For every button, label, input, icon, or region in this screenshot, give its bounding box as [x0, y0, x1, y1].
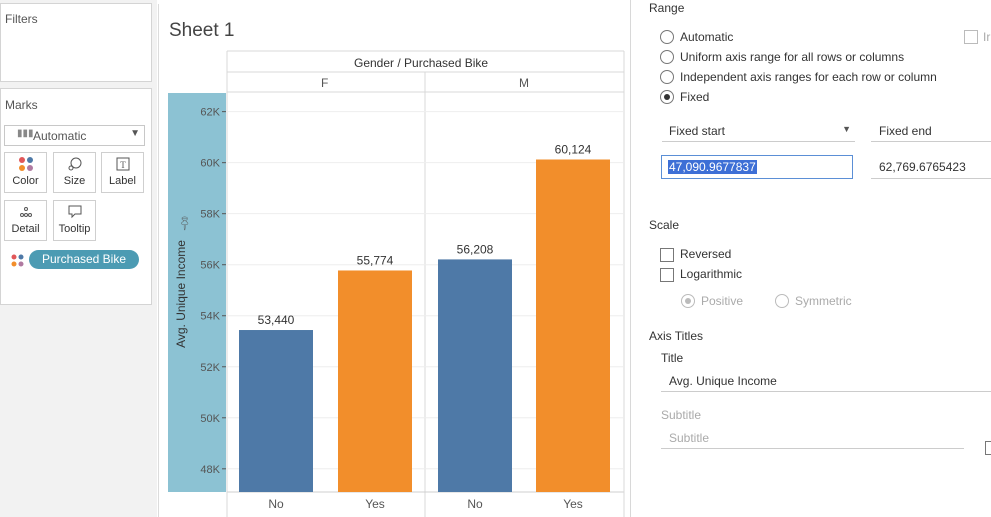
left-pane: Filters Marks ▮▮▮ Automatic ▼ Color Size…: [0, 0, 157, 517]
detail-icon: [5, 204, 46, 224]
filters-title: Filters: [5, 12, 38, 26]
bar[interactable]: [536, 159, 610, 492]
range-title: Range: [649, 1, 685, 15]
symmetric-label: Symmetric: [795, 294, 852, 308]
logarithmic-checkbox[interactable]: [660, 268, 674, 282]
bar[interactable]: [239, 330, 313, 492]
svg-text:📌︎: 📌︎: [175, 213, 194, 232]
fixed-end-value: 62,769.6765423: [879, 160, 966, 174]
subtitle-placeholder: Subtitle: [669, 431, 710, 445]
worksheet: Sheet 1 Gender / Purchased Bike F M 53,4…: [158, 4, 630, 517]
size-label: Size: [63, 175, 86, 187]
y-tick-label: 62K: [200, 107, 220, 119]
format-pane: Range Automatic Uniform axis range for a…: [630, 0, 991, 517]
axis-subtitle-input[interactable]: Subtitle: [661, 426, 964, 449]
bar-value-label: 55,774: [357, 253, 394, 267]
title-field-label: Title: [661, 351, 684, 365]
include-zero-label: Ir: [983, 30, 991, 44]
positive-radio[interactable]: [681, 294, 695, 308]
x-axis-label: No: [268, 497, 284, 511]
bar-value-label: 60,124: [555, 142, 592, 156]
purchased-bike-pill[interactable]: Purchased Bike: [29, 250, 139, 269]
symmetric-radio[interactable]: [775, 294, 789, 308]
range-independent-radio[interactable]: [660, 70, 674, 84]
positive-label: Positive: [701, 294, 744, 308]
label-icon: T: [102, 156, 143, 176]
tooltip-button[interactable]: Tooltip: [53, 200, 96, 241]
subtitle-auto-checkbox[interactable]: [985, 441, 991, 455]
fixed-start-dropdown[interactable]: Fixed start ▼: [662, 119, 855, 142]
label-button[interactable]: T Label: [101, 152, 144, 193]
mark-type-label: Automatic: [33, 129, 87, 143]
svg-text:T: T: [120, 160, 126, 170]
y-tick-label: 50K: [200, 413, 220, 425]
include-zero-checkbox[interactable]: [964, 30, 978, 44]
y-tick-label: 54K: [200, 311, 220, 323]
x-axis-label: No: [467, 497, 483, 511]
x-axis-label: Yes: [365, 497, 385, 511]
axis-title-input[interactable]: Avg. Unique Income: [661, 369, 991, 392]
bar-chart: 53,440 No 55,774 Yes 56,208 No 60,124 Yes 48K 50…: [174, 50, 625, 517]
axis-title-value: Avg. Unique Income: [669, 374, 777, 388]
size-button[interactable]: Size: [53, 152, 96, 193]
logarithmic-label: Logarithmic: [680, 267, 743, 281]
bar-chart-icon: ▮▮▮: [17, 128, 34, 139]
mark-type-dropdown[interactable]: ▮▮▮ Automatic ▼: [4, 125, 145, 146]
range-automatic-radio[interactable]: [660, 30, 674, 44]
chevron-down-icon: ▼: [842, 124, 851, 134]
color-legend-icon: [11, 254, 25, 271]
fixed-start-label: Fixed start: [669, 124, 726, 138]
tooltip-label: Tooltip: [58, 223, 91, 235]
size-icon: [54, 156, 95, 176]
marks-title: Marks: [5, 98, 38, 112]
range-uniform-radio[interactable]: [660, 50, 674, 64]
detail-button[interactable]: Detail: [4, 200, 47, 241]
reversed-label: Reversed: [680, 247, 732, 261]
fixed-start-input[interactable]: 47,090.9677837: [661, 155, 853, 179]
bar[interactable]: [438, 259, 512, 492]
filters-shelf[interactable]: Filters: [0, 3, 152, 82]
fixed-start-value: 47,090.9677837: [668, 160, 757, 174]
detail-label: Detail: [11, 223, 40, 235]
y-tick-label: 58K: [200, 209, 220, 221]
label-label: Label: [109, 175, 136, 187]
color-button[interactable]: Color: [4, 152, 47, 193]
chevron-down-icon: ▼: [130, 128, 140, 139]
y-tick-label: 48K: [200, 464, 220, 476]
subtitle-field-label: Subtitle: [661, 408, 702, 422]
y-axis-title[interactable]: Avg. Unique Income: [174, 240, 188, 348]
tooltip-icon: [54, 204, 95, 224]
range-uniform-label: Uniform axis range for all rows or colum…: [680, 50, 905, 64]
fixed-end-input[interactable]: 62,769.6765423: [871, 156, 991, 179]
color-icon: [5, 156, 46, 176]
y-tick-label: 56K: [200, 260, 220, 272]
range-automatic-label: Automatic: [680, 30, 734, 44]
marks-card: Marks ▮▮▮ Automatic ▼ Color Size T Label: [0, 88, 152, 305]
range-fixed-radio[interactable]: [660, 90, 674, 104]
fixed-end-dropdown[interactable]: Fixed end: [871, 119, 991, 142]
bar[interactable]: [338, 270, 412, 492]
y-tick-label: 60K: [200, 158, 220, 170]
color-label: Color: [12, 175, 39, 187]
reversed-checkbox[interactable]: [660, 248, 674, 262]
scale-title: Scale: [649, 218, 680, 232]
range-fixed-label: Fixed: [680, 90, 710, 104]
y-tick-label: 52K: [200, 362, 220, 374]
axis-titles-title: Axis Titles: [649, 329, 704, 343]
fixed-end-label: Fixed end: [879, 124, 932, 138]
bar-value-label: 56,208: [457, 242, 494, 256]
range-independent-label: Independent axis ranges for each row or …: [680, 70, 937, 84]
pin-icon: 📌︎: [175, 213, 194, 232]
x-axis-label: Yes: [563, 497, 583, 511]
bar-value-label: 53,440: [258, 313, 295, 327]
